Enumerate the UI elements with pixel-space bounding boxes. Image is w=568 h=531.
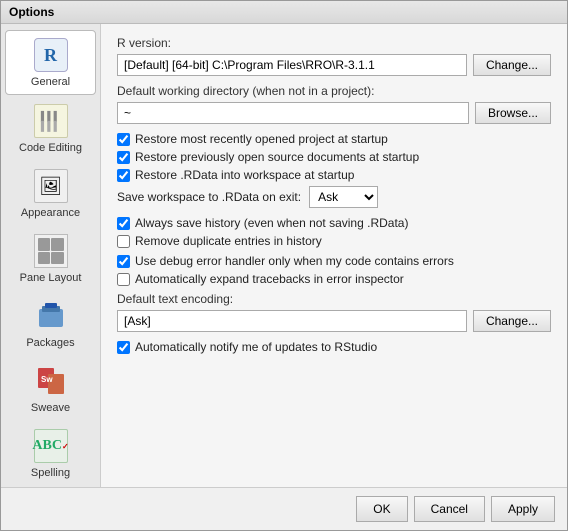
options-window: Options R General ▌▌▌ ▌▌▌ Code Editing xyxy=(0,0,568,531)
appearance-icon: 🖼 xyxy=(34,169,68,203)
restore-rdata-label: Restore .RData into workspace at startup xyxy=(135,168,354,182)
save-workspace-row: Save workspace to .RData on exit: Ask Al… xyxy=(117,186,551,208)
save-workspace-label: Save workspace to .RData on exit: xyxy=(117,190,301,204)
restore-source-checkbox[interactable] xyxy=(117,151,130,164)
ok-button[interactable]: OK xyxy=(356,496,407,522)
working-dir-input[interactable] xyxy=(117,102,469,124)
sweave-icon: Sw xyxy=(34,364,68,398)
encoding-input[interactable] xyxy=(117,310,467,332)
sidebar-label-appearance: Appearance xyxy=(21,207,80,219)
appearance-icon-wrap: 🖼 xyxy=(33,168,69,204)
sidebar-item-general[interactable]: R General xyxy=(5,30,96,95)
r-version-row: Change... xyxy=(117,54,551,76)
notify-updates-label: Automatically notify me of updates to RS… xyxy=(135,340,377,354)
packages-icon xyxy=(34,299,68,333)
title-bar: Options xyxy=(1,1,567,24)
expand-tracebacks-label: Automatically expand tracebacks in error… xyxy=(135,272,404,286)
restore-project-checkbox[interactable] xyxy=(117,133,130,146)
notify-updates-row: Automatically notify me of updates to RS… xyxy=(117,340,551,354)
restore-project-row: Restore most recently opened project at … xyxy=(117,132,551,146)
apply-button[interactable]: Apply xyxy=(491,496,555,522)
use-debug-checkbox[interactable] xyxy=(117,255,130,268)
sidebar: R General ▌▌▌ ▌▌▌ Code Editing 🖼 xyxy=(1,24,101,487)
pane-icon xyxy=(34,234,68,268)
sidebar-item-code-editing[interactable]: ▌▌▌ ▌▌▌ Code Editing xyxy=(5,97,96,160)
r-version-label: R version: xyxy=(117,36,551,50)
browse-button[interactable]: Browse... xyxy=(475,102,551,124)
change-encoding-button[interactable]: Change... xyxy=(473,310,551,332)
sidebar-label-spelling: Spelling xyxy=(31,467,70,479)
use-debug-row: Use debug error handler only when my cod… xyxy=(117,254,551,268)
restore-source-label: Restore previously open source documents… xyxy=(135,150,419,164)
r-version-input[interactable] xyxy=(117,54,467,76)
code-editing-icon-wrap: ▌▌▌ ▌▌▌ xyxy=(33,103,69,139)
packages-icon-wrap xyxy=(33,298,69,334)
r-logo-icon: R xyxy=(34,38,68,72)
footer: OK Cancel Apply xyxy=(1,487,567,530)
pane-layout-icon-wrap xyxy=(33,233,69,269)
remove-duplicates-row: Remove duplicate entries in history xyxy=(117,234,551,248)
content-area: R General ▌▌▌ ▌▌▌ Code Editing 🖼 xyxy=(1,24,567,487)
sidebar-label-packages: Packages xyxy=(26,337,74,349)
notify-updates-checkbox[interactable] xyxy=(117,341,130,354)
general-icon: R xyxy=(33,37,69,73)
expand-tracebacks-row: Automatically expand tracebacks in error… xyxy=(117,272,551,286)
svg-text:Sw: Sw xyxy=(41,375,53,384)
save-history-row: Always save history (even when not savin… xyxy=(117,216,551,230)
save-history-label: Always save history (even when not savin… xyxy=(135,216,408,230)
expand-tracebacks-checkbox[interactable] xyxy=(117,273,130,286)
sweave-icon-wrap: Sw xyxy=(33,363,69,399)
save-history-checkbox[interactable] xyxy=(117,217,130,230)
remove-duplicates-checkbox[interactable] xyxy=(117,235,130,248)
encoding-label: Default text encoding: xyxy=(117,292,551,306)
main-panel: R version: Change... Default working dir… xyxy=(101,24,567,487)
sidebar-item-packages[interactable]: Packages xyxy=(5,292,96,355)
spelling-icon: ABC✓ xyxy=(34,429,68,463)
code-icon: ▌▌▌ ▌▌▌ xyxy=(34,104,68,138)
sidebar-label-sweave: Sweave xyxy=(31,402,70,414)
spelling-icon-wrap: ABC✓ xyxy=(33,428,69,464)
sidebar-item-sweave[interactable]: Sw Sweave xyxy=(5,357,96,420)
working-dir-row: Browse... xyxy=(117,102,551,124)
encoding-row: Change... xyxy=(117,310,551,332)
sidebar-label-pane-layout: Pane Layout xyxy=(20,272,82,284)
sidebar-item-pane-layout[interactable]: Pane Layout xyxy=(5,227,96,290)
restore-rdata-checkbox[interactable] xyxy=(117,169,130,182)
restore-source-row: Restore previously open source documents… xyxy=(117,150,551,164)
restore-project-label: Restore most recently opened project at … xyxy=(135,132,388,146)
sidebar-label-general: General xyxy=(31,76,70,88)
remove-duplicates-label: Remove duplicate entries in history xyxy=(135,234,322,248)
window-title: Options xyxy=(9,5,54,19)
cancel-button[interactable]: Cancel xyxy=(414,496,485,522)
restore-rdata-row: Restore .RData into workspace at startup xyxy=(117,168,551,182)
save-workspace-select[interactable]: Ask Always Never xyxy=(309,186,378,208)
sidebar-label-code-editing: Code Editing xyxy=(19,142,82,154)
use-debug-label: Use debug error handler only when my cod… xyxy=(135,254,454,268)
sidebar-item-spelling[interactable]: ABC✓ Spelling xyxy=(5,422,96,485)
working-dir-label: Default working directory (when not in a… xyxy=(117,84,551,98)
sidebar-item-appearance[interactable]: 🖼 Appearance xyxy=(5,162,96,225)
change-r-button[interactable]: Change... xyxy=(473,54,551,76)
